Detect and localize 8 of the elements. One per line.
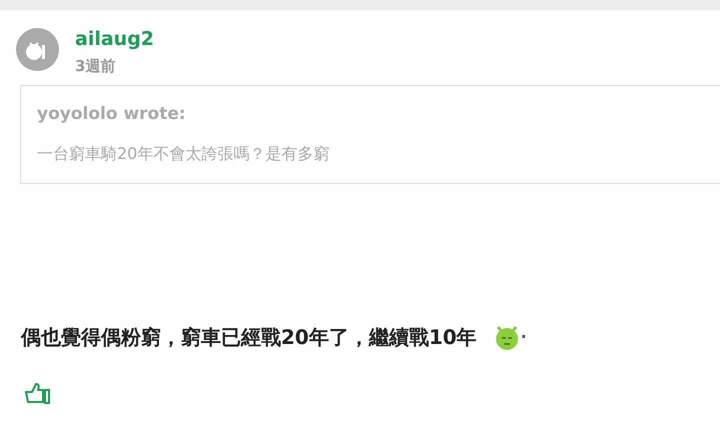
like-icon[interactable] bbox=[24, 382, 52, 406]
quote-text: 一台窮車騎20年不會太誇張嗎？是有多窮 bbox=[37, 142, 330, 165]
post-text: 偶也覺得偶粉窮，窮車已經戰20年了，繼續戰10年 bbox=[21, 324, 477, 352]
author-name[interactable]: ailaug2 bbox=[75, 28, 154, 51]
post-time: 3週前 bbox=[75, 56, 116, 77]
quote-author: yoyololo wrote: bbox=[37, 103, 187, 126]
avatar-icon bbox=[16, 28, 59, 71]
dot-mark: · bbox=[520, 326, 527, 348]
